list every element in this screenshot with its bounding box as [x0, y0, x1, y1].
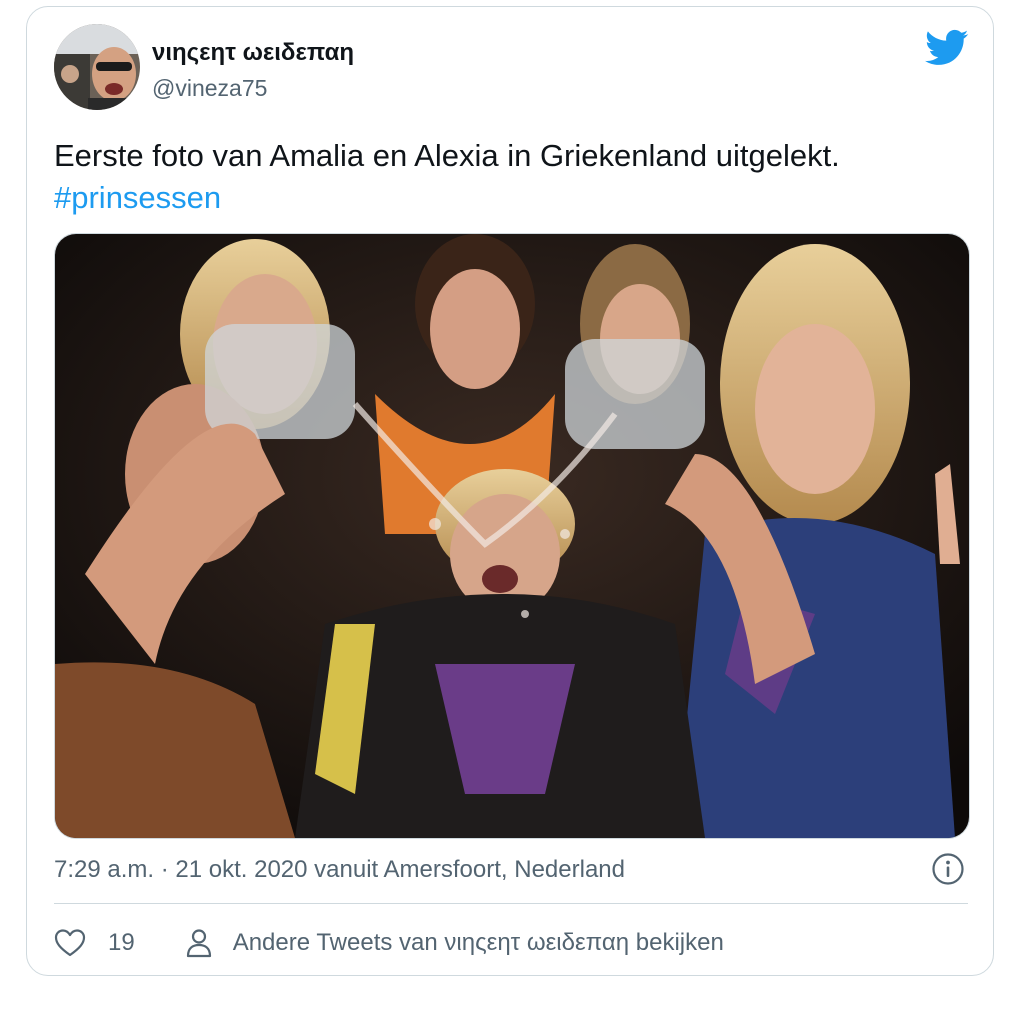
tweet-body: Eerste foto van Amalia en Alexia in Grie… — [54, 138, 840, 173]
info-icon[interactable] — [931, 852, 965, 886]
person-icon[interactable] — [185, 928, 213, 958]
tweet-timestamp[interactable]: 7:29 a.m. · 21 okt. 2020 vanuit Amersfoo… — [54, 856, 625, 884]
heart-icon[interactable] — [54, 928, 86, 958]
like-count[interactable]: 19 — [108, 929, 135, 957]
avatar[interactable] — [54, 24, 140, 110]
twitter-bird-icon[interactable] — [925, 29, 969, 67]
hashtag-link[interactable]: #prinsessen — [54, 180, 221, 215]
tweet-photo[interactable] — [54, 233, 970, 839]
user-handle[interactable]: @vineza75 — [152, 75, 267, 102]
tweet-text: Eerste foto van Amalia en Alexia in Grie… — [54, 135, 974, 219]
divider — [54, 903, 968, 904]
tweet-card: νιηςεητ ωειδεπαη @vineza75 Eerste foto v… — [26, 6, 994, 976]
action-bar: 19 Andere Tweets van νιηςεητ ωειδεπαη be… — [54, 925, 724, 961]
display-name[interactable]: νιηςεητ ωειδεπαη — [152, 39, 354, 67]
more-tweets-link[interactable]: Andere Tweets van νιηςεητ ωειδεπαη bekij… — [233, 929, 724, 957]
